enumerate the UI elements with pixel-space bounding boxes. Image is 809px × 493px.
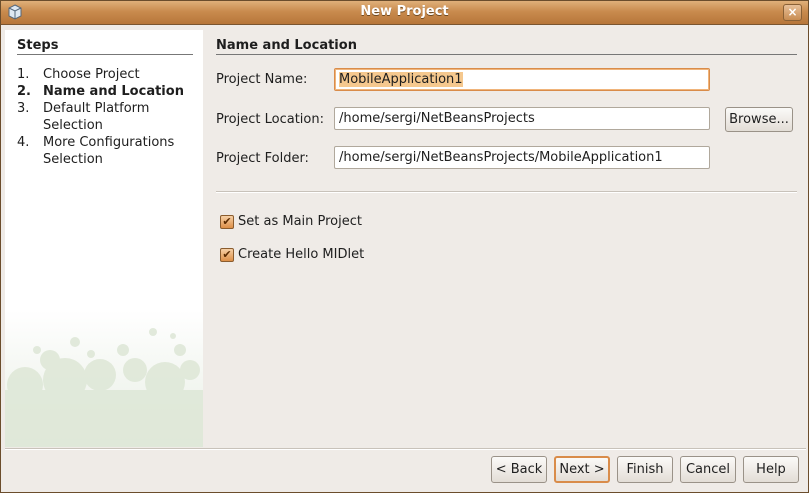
steps-heading: Steps — [17, 38, 59, 53]
project-location-label: Project Location: — [216, 112, 324, 127]
steps-divider — [17, 54, 193, 55]
window-title: New Project — [360, 4, 449, 19]
step-label: Default Platform Selection — [43, 101, 150, 133]
step-number: 2. — [17, 84, 31, 99]
project-folder-field[interactable]: /home/sergi/NetBeansProjects/MobileAppli… — [334, 146, 710, 169]
cancel-button[interactable]: Cancel — [680, 456, 736, 483]
project-location-field[interactable]: /home/sergi/NetBeansProjects — [334, 107, 710, 130]
close-button[interactable]: × — [783, 4, 802, 21]
steps-panel: Steps 1. Choose Project 2. Name and Loca… — [5, 30, 203, 447]
finish-button[interactable]: Finish — [617, 456, 673, 483]
project-name-field[interactable]: MobileApplication1 — [334, 68, 710, 91]
step-number: 1. — [17, 67, 30, 82]
browse-button[interactable]: Browse... — [725, 107, 793, 132]
section-divider — [216, 54, 797, 55]
step-label: More Configurations Selection — [43, 135, 175, 167]
set-main-project-label: Set as Main Project — [238, 214, 362, 229]
step-label: Name and Location — [43, 84, 184, 99]
project-name-value: MobileApplication1 — [339, 72, 463, 87]
decorative-bubbles-image — [5, 310, 203, 447]
project-name-label: Project Name: — [216, 72, 308, 87]
create-hello-midlet-label: Create Hello MIDlet — [238, 247, 365, 262]
main-content: Name and Location Project Name: MobileAp… — [204, 30, 806, 447]
back-button[interactable]: < Back — [491, 456, 547, 483]
new-project-dialog: New Project × Steps 1. Choose Project 2.… — [0, 0, 809, 493]
step-label: Choose Project — [43, 67, 140, 82]
project-location-value: /home/sergi/NetBeansProjects — [339, 111, 535, 126]
checkmark-icon: ✔ — [222, 248, 232, 261]
button-bar-divider — [5, 448, 806, 450]
project-folder-value: /home/sergi/NetBeansProjects/MobileAppli… — [339, 150, 663, 165]
options-divider — [216, 191, 797, 193]
close-icon: × — [787, 5, 798, 19]
step-number: 3. — [17, 101, 30, 116]
section-heading: Name and Location — [216, 38, 357, 53]
next-button[interactable]: Next > — [554, 456, 610, 483]
checkmark-icon: ✔ — [222, 215, 232, 228]
create-hello-midlet-checkbox[interactable]: ✔ — [220, 248, 234, 262]
step-number: 4. — [17, 135, 30, 150]
set-main-project-checkbox[interactable]: ✔ — [220, 215, 234, 229]
project-folder-label: Project Folder: — [216, 151, 309, 166]
title-bar[interactable]: New Project × — [1, 1, 808, 25]
help-button[interactable]: Help — [743, 456, 799, 483]
